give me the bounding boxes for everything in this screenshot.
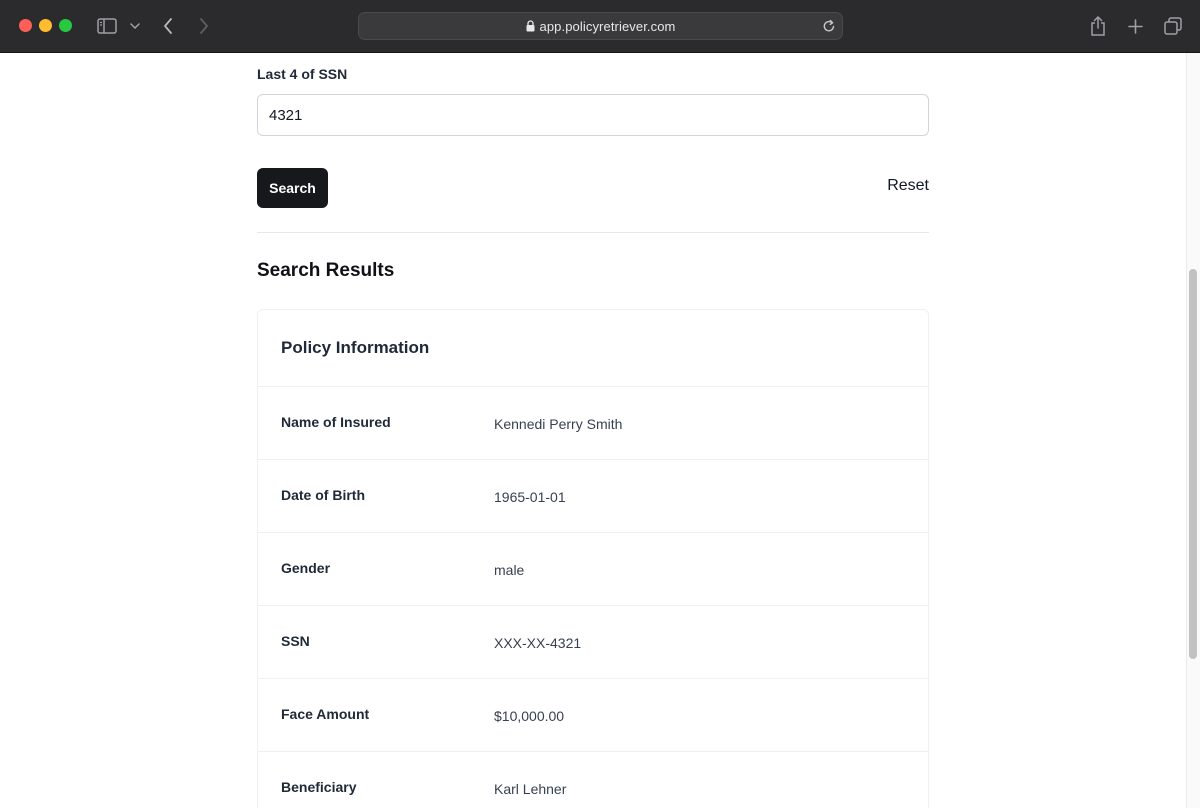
minimize-window-button[interactable] [39, 19, 52, 32]
chevron-down-icon[interactable] [128, 14, 142, 38]
ssn-field-label: Last 4 of SSN [257, 66, 348, 82]
ssn-input[interactable] [257, 94, 929, 136]
scrollbar-thumb[interactable] [1189, 269, 1197, 659]
row-label: Name of Insured [281, 414, 391, 430]
row-label: SSN [281, 633, 310, 649]
row-value: Karl Lehner [494, 781, 567, 797]
policy-row-gender: Gender male [258, 533, 928, 606]
row-label: Beneficiary [281, 779, 357, 795]
back-icon[interactable] [160, 14, 176, 38]
row-label: Face Amount [281, 706, 370, 722]
divider [257, 232, 929, 233]
zoom-window-button[interactable] [59, 19, 72, 32]
browser-toolbar: app.policyretriever.com [0, 0, 1200, 53]
row-value: Kennedi Perry Smith [494, 416, 623, 432]
search-button[interactable]: Search [257, 168, 328, 208]
search-results-title: Search Results [257, 260, 395, 281]
reload-icon[interactable] [822, 18, 836, 39]
lock-icon [526, 20, 535, 32]
card-header: Policy Information [258, 310, 928, 387]
close-window-button[interactable] [19, 19, 32, 32]
policy-row-beneficiary: Beneficiary Karl Lehner [258, 752, 928, 808]
policy-row-face-amount: Face Amount $10,000.00 [258, 679, 928, 752]
policy-row-ssn: SSN XXX-XX-4321 [258, 606, 928, 679]
row-value: $10,000.00 [494, 708, 565, 724]
forward-icon[interactable] [196, 14, 212, 38]
row-value: male [494, 562, 525, 578]
url-text: app.policyretriever.com [539, 18, 676, 34]
sidebar-icon[interactable] [95, 14, 119, 38]
new-tab-icon[interactable] [1125, 14, 1145, 38]
row-label: Date of Birth [281, 487, 365, 503]
row-label: Gender [281, 560, 331, 576]
policy-row-date-of-birth: Date of Birth 1965-01-01 [258, 460, 928, 533]
reset-button[interactable]: Reset [887, 177, 929, 195]
address-bar[interactable]: app.policyretriever.com [358, 12, 843, 40]
tabs-overview-icon[interactable] [1162, 14, 1184, 38]
row-value: XXX-XX-4321 [494, 635, 582, 651]
policy-row-name-of-insured: Name of Insured Kennedi Perry Smith [258, 387, 928, 460]
policy-information-card: Policy Information Name of Insured Kenne… [257, 309, 929, 808]
page-viewport: Last 4 of SSN Search Reset Search Result… [0, 53, 1200, 808]
scrollbar-track[interactable] [1186, 53, 1200, 808]
row-value: 1965-01-01 [494, 489, 566, 505]
share-icon[interactable] [1088, 14, 1108, 38]
card-title: Policy Information [281, 338, 430, 357]
